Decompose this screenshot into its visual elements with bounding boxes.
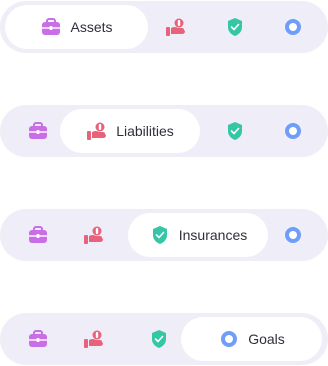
tab-goals[interactable]: Goals: [181, 317, 322, 361]
shield-check-icon[interactable]: [148, 328, 170, 350]
tab-bar-assets-active: Assets: [0, 1, 328, 53]
tab-label: Liabilities: [116, 123, 174, 139]
tab-label: Assets: [70, 19, 113, 35]
target-ring-icon[interactable]: [282, 224, 304, 246]
briefcase-icon[interactable]: [27, 224, 49, 246]
tab-bar-insurances-active: Insurances: [0, 209, 328, 261]
target-ring-icon[interactable]: [282, 120, 304, 142]
hand-money-icon: [86, 120, 108, 142]
briefcase-icon: [40, 16, 62, 38]
hand-money-icon[interactable]: [83, 328, 105, 350]
shield-check-icon: [149, 224, 171, 246]
target-ring-icon[interactable]: [282, 16, 304, 38]
tab-label: Goals: [248, 331, 285, 347]
target-ring-icon: [218, 328, 240, 350]
tab-bar-goals-active: Goals: [0, 313, 328, 365]
tab-assets[interactable]: Assets: [5, 5, 148, 49]
shield-check-icon[interactable]: [224, 120, 246, 142]
hand-money-icon[interactable]: [165, 16, 187, 38]
shield-check-icon[interactable]: [224, 16, 246, 38]
briefcase-icon[interactable]: [27, 120, 49, 142]
briefcase-icon[interactable]: [27, 328, 49, 350]
tab-bar-liabilities-active: Liabilities: [0, 105, 328, 157]
tab-insurances[interactable]: Insurances: [128, 213, 268, 257]
hand-money-icon[interactable]: [83, 224, 105, 246]
tab-liabilities[interactable]: Liabilities: [60, 109, 200, 153]
tab-label: Insurances: [178, 227, 248, 243]
